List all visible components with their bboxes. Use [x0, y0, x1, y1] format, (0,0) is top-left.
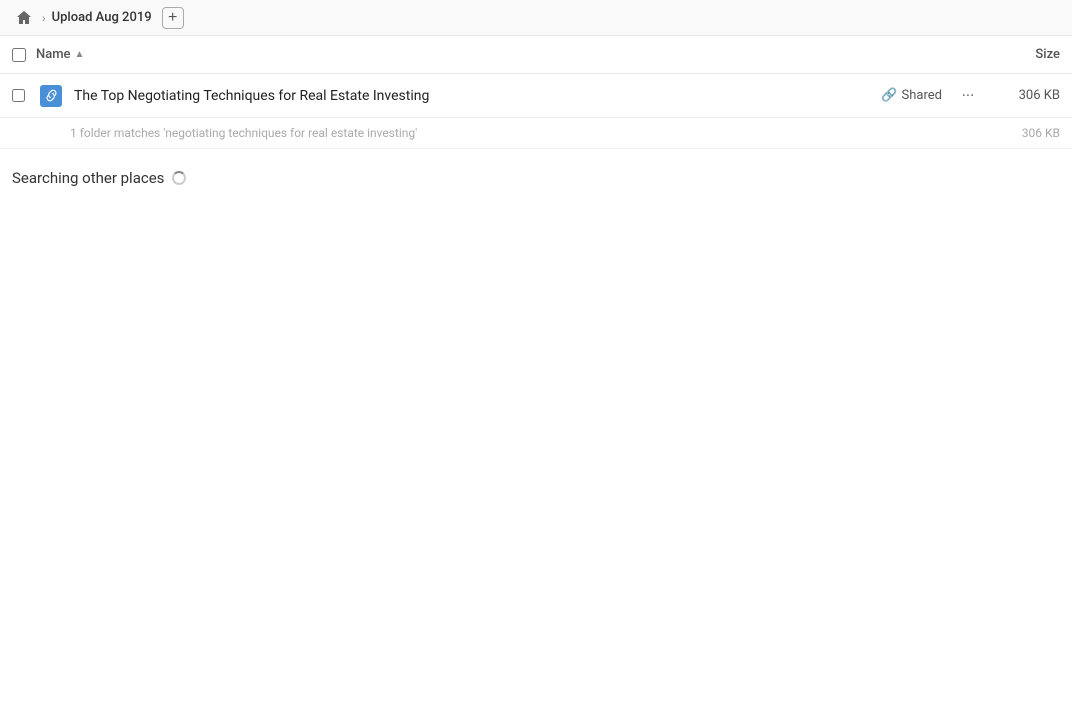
file-row[interactable]: The Top Negotiating Techniques for Real …: [0, 74, 1072, 118]
shared-badge: 🔗 Shared: [881, 88, 942, 103]
home-icon[interactable]: [12, 6, 36, 30]
match-summary-row: 1 folder matches 'negotiating techniques…: [0, 118, 1072, 149]
file-size-label: 306 KB: [990, 88, 1060, 103]
file-name-label: The Top Negotiating Techniques for Real …: [74, 88, 881, 104]
file-type-icon-wrap: [36, 85, 66, 107]
more-options-button[interactable]: ···: [954, 82, 982, 110]
match-summary-text: 1 folder matches 'negotiating techniques…: [70, 126, 990, 140]
column-header-row: Name ▲ Size: [0, 36, 1072, 74]
add-button[interactable]: +: [162, 7, 184, 29]
breadcrumb-separator: ›: [42, 11, 46, 25]
select-all-checkbox[interactable]: [12, 48, 36, 62]
file-type-icon: [40, 85, 62, 107]
name-column-label: Name: [36, 47, 71, 62]
size-column-header[interactable]: Size: [980, 47, 1060, 62]
link-icon: 🔗: [881, 88, 897, 103]
shared-label: Shared: [902, 88, 942, 103]
other-places-label: Searching other places: [12, 169, 1060, 187]
top-bar: › Upload Aug 2019 +: [0, 0, 1072, 36]
loading-spinner: [172, 171, 186, 185]
name-column-header[interactable]: Name ▲: [36, 47, 980, 62]
breadcrumb-title[interactable]: Upload Aug 2019: [52, 10, 152, 25]
other-places-section: Searching other places: [0, 149, 1072, 197]
match-summary-size: 306 KB: [990, 126, 1060, 140]
file-checkbox-wrap[interactable]: [12, 89, 36, 102]
sort-arrow-icon: ▲: [75, 49, 85, 60]
file-checkbox-input[interactable]: [12, 89, 25, 102]
select-all-input[interactable]: [12, 48, 26, 62]
other-places-text: Searching other places: [12, 169, 164, 187]
